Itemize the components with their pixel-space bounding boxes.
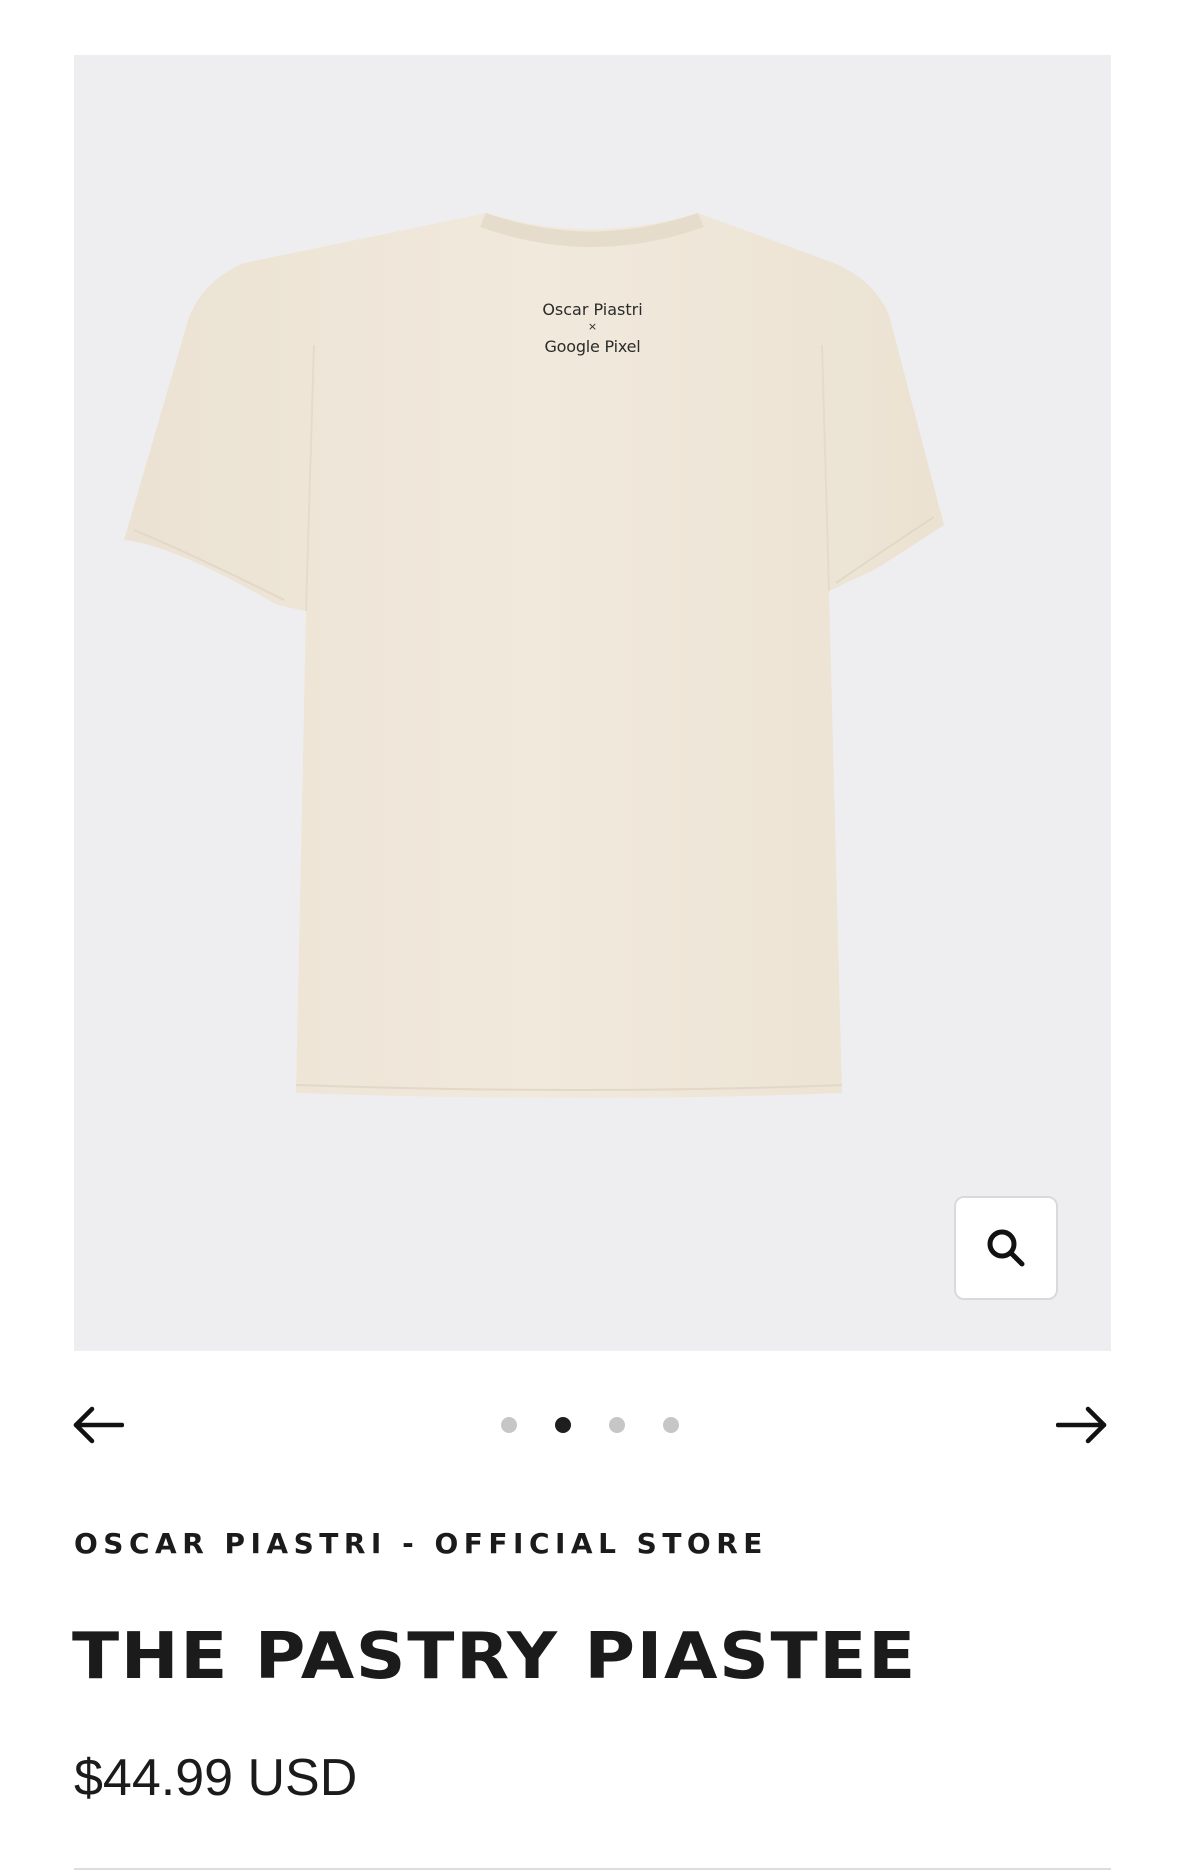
tee-print-line-2: ×	[587, 320, 598, 333]
slide-dot-2[interactable]	[555, 1417, 571, 1433]
tee-print-line-1: Oscar Piastri	[542, 300, 643, 319]
slide-dot-4[interactable]	[663, 1417, 679, 1433]
tee-print-line-3: Google Pixel	[544, 337, 641, 356]
product-price: $44.99 USD	[74, 1749, 358, 1807]
product-gallery: Oscar Piastri × Google Pixel	[74, 55, 1111, 1351]
slide-dot-3[interactable]	[609, 1417, 625, 1433]
slide-indicators	[0, 1417, 1179, 1433]
search-icon	[987, 1229, 1025, 1267]
zoom-button[interactable]	[954, 1196, 1058, 1300]
product-title: THE PASTRY PIASTEE	[72, 1620, 917, 1694]
divider	[74, 1868, 1111, 1870]
slide-dot-1[interactable]	[501, 1417, 517, 1433]
next-slide-button[interactable]	[1054, 1397, 1110, 1453]
vendor-name: OSCAR PIASTRI - OFFICIAL STORE	[74, 1527, 768, 1560]
arrow-right-icon	[1056, 1406, 1107, 1444]
tshirt-back-image	[124, 213, 944, 1098]
